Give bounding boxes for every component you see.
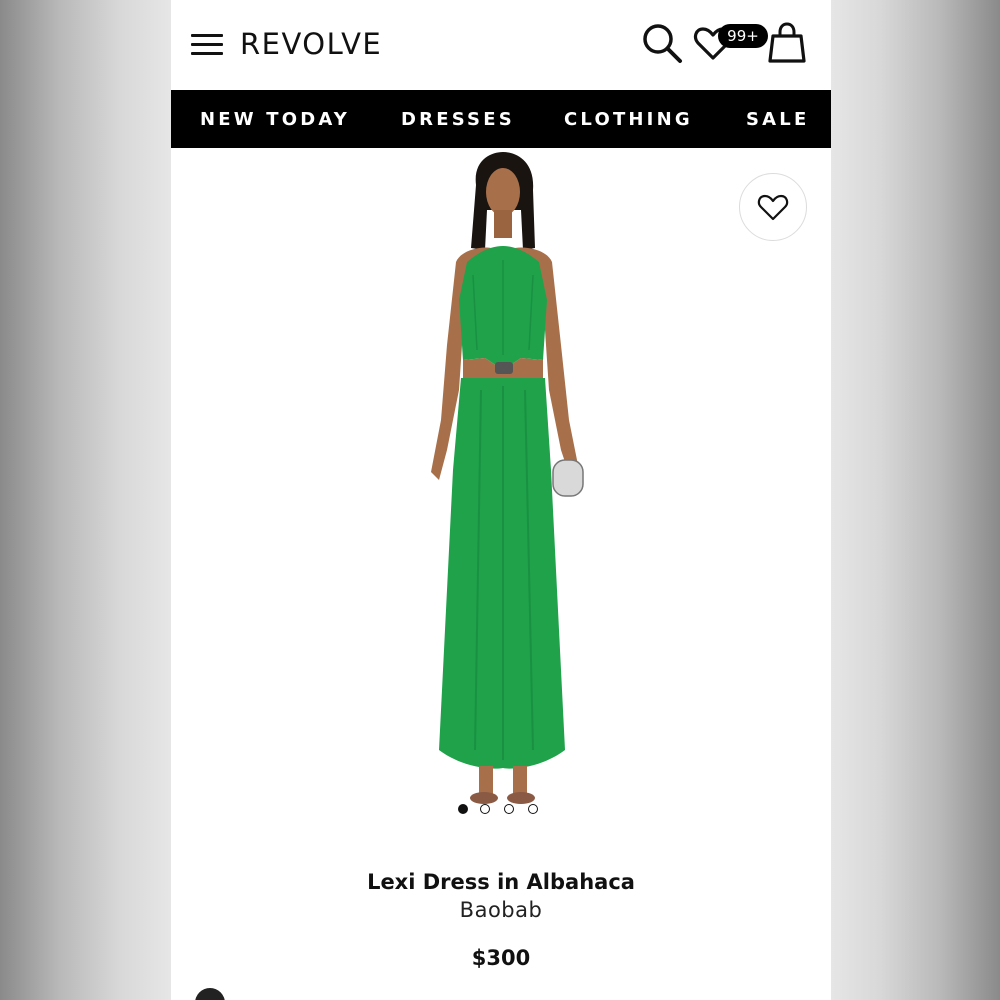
carousel-dot[interactable] <box>528 804 538 814</box>
site-logo[interactable]: REVOLVE <box>240 24 382 64</box>
mobile-page: REVOLVE 99+ NEW TODAY DRESSES CLOTHING S… <box>171 0 831 1000</box>
nav-item-dresses[interactable]: DRESSES <box>401 90 515 148</box>
product-image[interactable] <box>401 150 631 820</box>
share-icon[interactable] <box>195 988 225 1000</box>
nav-item-sale[interactable]: SALE <box>746 90 809 148</box>
search-icon[interactable] <box>641 22 683 64</box>
carousel-dot[interactable] <box>458 804 468 814</box>
nav-item-clothing[interactable]: CLOTHING <box>564 90 693 148</box>
nav-item-new-today[interactable]: NEW TODAY <box>200 90 350 148</box>
product-price: $300 <box>471 946 531 970</box>
carousel-dot[interactable] <box>504 804 514 814</box>
image-carousel-dots <box>456 802 546 816</box>
heart-icon <box>757 194 789 221</box>
product-title[interactable]: Lexi Dress in Albahaca <box>171 870 831 894</box>
product-brand[interactable]: Baobab <box>171 898 831 922</box>
site-header: REVOLVE 99+ <box>171 0 831 90</box>
wishlist-count-badge: 99+ <box>718 24 768 48</box>
carousel-dot[interactable] <box>480 804 490 814</box>
add-to-wishlist-button[interactable] <box>739 173 807 241</box>
category-nav: NEW TODAY DRESSES CLOTHING SALE <box>171 90 831 148</box>
shopping-bag-icon[interactable] <box>767 22 807 64</box>
menu-icon[interactable] <box>191 34 223 56</box>
